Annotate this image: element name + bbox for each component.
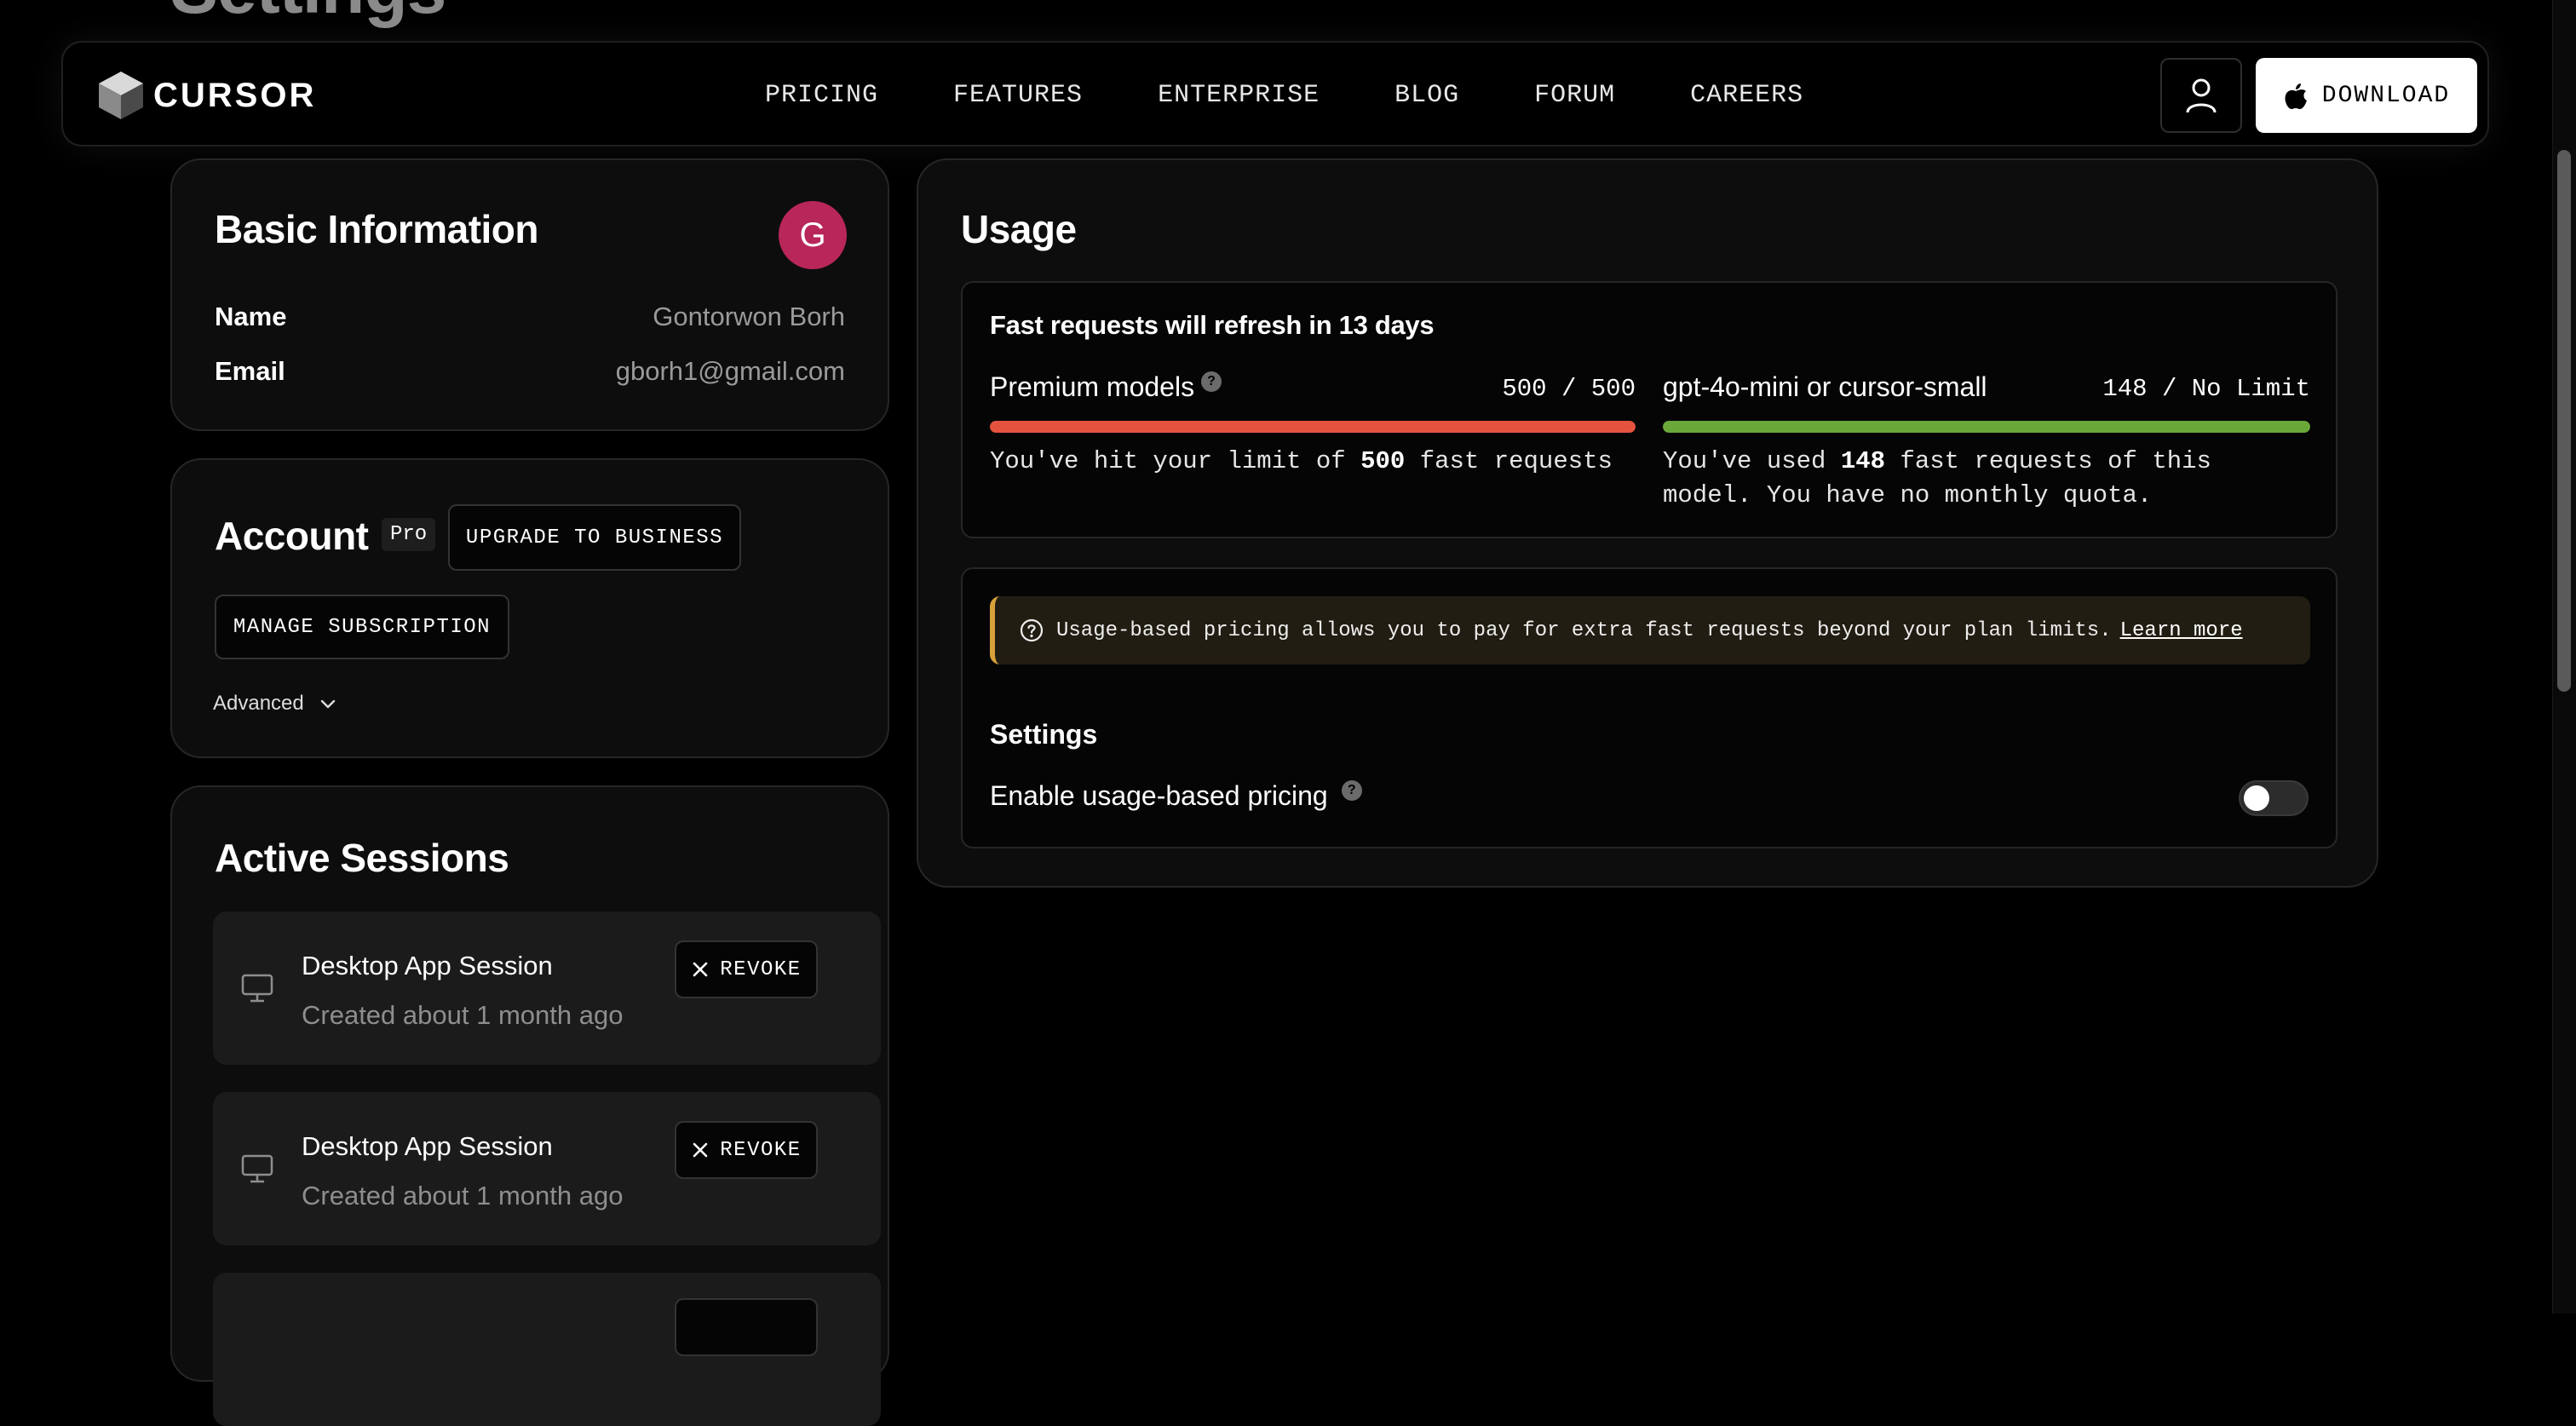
session-created: Created about 1 month ago [302,1181,624,1210]
basic-information-card: Basic Information G Name Gontorwon Borh … [170,158,889,431]
small-models-bar-fill [1663,421,2310,433]
download-button[interactable]: DOWNLOAD [2256,58,2477,133]
premium-desc-count: 500 [1360,447,1406,475]
small-models-bar [1663,421,2310,433]
settings-heading: Settings [990,719,1098,750]
revoke-button[interactable]: REVOKE [675,1121,818,1179]
help-icon[interactable]: ? [1341,780,1362,801]
nav-link-pricing[interactable]: PRICING [765,81,878,110]
close-icon [693,962,708,977]
fast-requests-panel: Fast requests will refresh in 13 days Pr… [961,281,2337,538]
manage-subscription-button[interactable]: MANAGE SUBSCRIPTION [215,595,509,659]
account-card: Account Pro UPGRADE TO BUSINESS MANAGE S… [170,458,889,758]
active-sessions-card: Active Sessions Desktop App Session Crea… [170,785,889,1426]
nav-links: PRICING FEATURES ENTERPRISE BLOG FORUM C… [765,43,1803,148]
usage-based-pricing-toggle[interactable] [2239,780,2309,816]
page-title: Settings [170,0,446,30]
usage-card: Usage Fast requests will refresh in 13 d… [917,158,2378,888]
revoke-label: REVOKE [720,957,802,981]
usage-based-pricing-label: Enable usage-based pricing [990,780,1328,811]
premium-desc-text-end: fast requests [1405,447,1613,475]
name-label: Name [215,302,287,331]
avatar[interactable]: G [779,201,847,269]
session-item: Desktop App Session Created about 1 mont… [213,911,881,1065]
basic-information-title: Basic Information [215,207,539,251]
small-models-count: 148 / No Limit [2102,375,2310,403]
premium-models-count: 500 / 500 [1502,375,1636,403]
account-button[interactable] [2160,58,2242,133]
advanced-toggle[interactable]: Advanced [213,692,338,716]
cursor-logo[interactable]: CURSOR [97,70,316,121]
cursor-cube-icon [99,72,143,119]
small-models-description: You've used 148 fast requests of this mo… [1663,445,2310,513]
session-title: Desktop App Session [302,951,553,980]
usage-pricing-notice: Usage-based pricing allows you to pay fo… [990,596,2310,664]
revoke-button[interactable]: REVOKE [675,940,818,998]
nav-link-blog[interactable]: BLOG [1394,81,1459,110]
toggle-knob [2244,785,2269,811]
session-created: Created about 1 month ago [302,1000,624,1030]
email-label: Email [215,356,285,386]
usage-pricing-panel: Usage-based pricing allows you to pay fo… [961,567,2337,848]
active-sessions-title: Active Sessions [215,836,509,880]
premium-models-bar [990,421,1636,433]
top-nav: CURSOR PRICING FEATURES ENTERPRISE BLOG … [61,41,2489,147]
scrollbar-thumb[interactable] [2557,150,2571,692]
refresh-notice: Fast requests will refresh in 13 days [990,310,1435,340]
nav-link-enterprise[interactable]: ENTERPRISE [1158,81,1320,110]
question-circle-icon [1020,618,1044,642]
upgrade-to-business-button[interactable]: UPGRADE TO BUSINESS [448,504,741,571]
advanced-label: Advanced [213,692,304,715]
session-title: Desktop App Session [302,1131,553,1161]
premium-models-bar-fill [990,421,1636,433]
close-icon [693,1142,708,1158]
nav-link-careers[interactable]: CAREERS [1690,81,1803,110]
usage-title: Usage [961,207,1077,251]
revoke-label: REVOKE [720,1138,802,1162]
small-desc-count: 148 [1840,447,1886,475]
chevron-down-icon [320,699,335,709]
download-label: DOWNLOAD [2321,82,2451,109]
usage-based-pricing-setting: Enable usage-based pricing? [990,780,1362,812]
account-title: Account [215,514,369,558]
premium-desc-text: You've hit your limit of [990,447,1361,475]
desktop-icon [241,1154,273,1183]
nav-link-forum[interactable]: FORUM [1534,81,1615,110]
session-item: Desktop App Session Created about 1 mont… [213,1092,881,1245]
nav-link-features[interactable]: FEATURES [953,81,1083,110]
email-value: gborh1@gmail.com [615,356,845,386]
plan-badge: Pro [382,518,436,551]
notice-text: Usage-based pricing allows you to pay fo… [1056,618,2112,642]
page-scrollbar[interactable] [2552,0,2576,1314]
apple-icon [2285,83,2307,109]
desktop-icon [241,974,273,1003]
session-item [213,1273,881,1426]
user-icon [2186,78,2217,113]
small-desc-text: You've used [1663,447,1841,475]
revoke-button[interactable] [675,1298,818,1356]
premium-models-description: You've hit your limit of 500 fast reques… [990,445,1654,479]
learn-more-link[interactable]: Learn more [2120,619,2243,642]
name-value: Gontorwon Borh [653,302,845,331]
logo-text: CURSOR [153,76,317,114]
